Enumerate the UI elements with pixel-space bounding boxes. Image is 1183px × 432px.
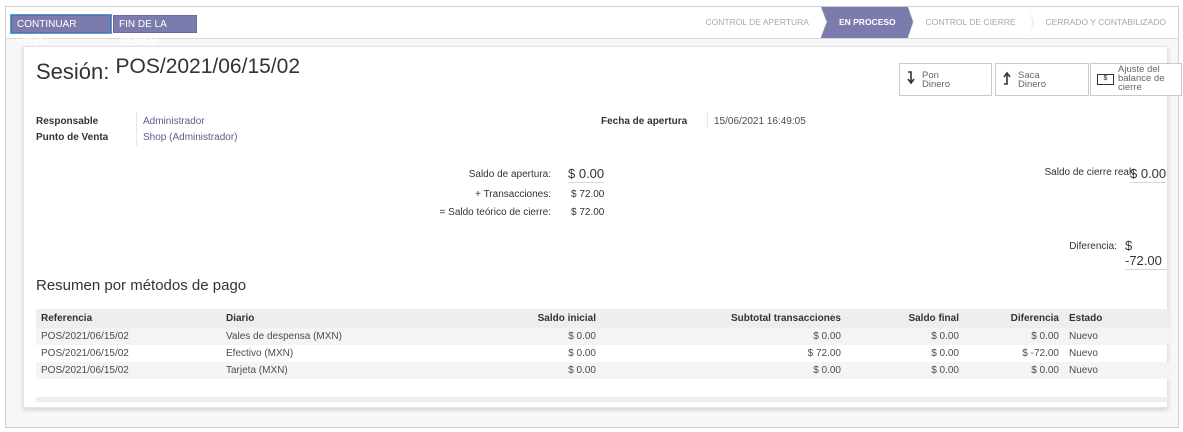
cell-journal: Tarjeta (MXN) — [221, 362, 441, 379]
cell-opening-balance: $ 0.00 — [441, 328, 601, 345]
pos-label: Punto de Venta — [36, 132, 109, 143]
table-header-row: Referencia Diario Saldo inicial Subtotal… — [36, 309, 1171, 328]
transactions-value: $ 72.00 — [571, 189, 605, 200]
stage-closed-posted[interactable]: CERRADO Y CONTABILIZADO — [1027, 7, 1178, 38]
arrow-up-icon — [996, 71, 1018, 88]
col-journal[interactable]: Diario — [221, 309, 441, 328]
theoretical-closing-value: $ 72.00 — [571, 207, 605, 218]
closing-balance-adjust-button[interactable]: $ Ajuste del balance de cierre — [1090, 63, 1182, 96]
cell-difference: $ -72.00 — [1022, 348, 1059, 359]
end-session-button[interactable]: FIN DE LA SESIÓN — [113, 15, 197, 48]
payment-methods-table: Referencia Diario Saldo inicial Subtotal… — [36, 309, 1171, 379]
table-row[interactable]: POS/2021/06/15/02 Efectivo (MXN) $ 0.00 … — [36, 345, 1171, 362]
col-difference[interactable]: Diferencia — [964, 309, 1064, 328]
col-reference[interactable]: Referencia — [36, 309, 221, 328]
table-footer — [36, 397, 1171, 402]
theoretical-closing-label: = Saldo teórico de cierre: — [439, 207, 551, 218]
control-panel: CONTINUAR VENTA FIN DE LA SESIÓN CONTROL… — [6, 7, 1178, 48]
session-form-view: CONTINUAR VENTA FIN DE LA SESIÓN CONTROL… — [5, 6, 1182, 428]
stage-closing-control[interactable]: CONTROL DE CIERRE — [907, 7, 1034, 38]
money-icon: $ — [1097, 74, 1114, 85]
responsible-value[interactable]: Administrador — [143, 116, 205, 127]
transactions-label: + Transacciones: — [475, 189, 551, 200]
difference-label: Diferencia: — [1069, 241, 1117, 252]
real-closing-label: Saldo de cierre real: — [1044, 167, 1135, 178]
col-opening-balance[interactable]: Saldo inicial — [441, 309, 601, 328]
cell-journal: Efectivo (MXN) — [226, 348, 294, 359]
col-transactions-subtotal[interactable]: Subtotal transacciones — [601, 309, 846, 328]
cell-final-balance: $ 0.00 — [846, 362, 964, 379]
cell-difference: $ 0.00 — [964, 328, 1064, 345]
table-row[interactable]: POS/2021/06/15/02 Vales de despensa (MXN… — [36, 328, 1171, 345]
cell-transactions-subtotal: $ 0.00 — [601, 328, 846, 345]
opening-balance-value[interactable]: $ 0.00 — [568, 166, 605, 183]
continue-sale-button[interactable]: CONTINUAR VENTA — [11, 15, 111, 48]
status-bar: CONTROL DE APERTURA EN PROCESO CONTROL D… — [695, 7, 1178, 38]
cell-opening-balance: $ 0.00 — [568, 348, 596, 359]
put-money-in-button[interactable]: Pon Dinero — [899, 63, 992, 96]
opening-balance-label: Saldo de apertura: — [468, 169, 551, 180]
stage-in-progress[interactable]: EN PROCESO — [820, 7, 914, 38]
take-money-line2: Dinero — [1018, 78, 1046, 90]
arrow-down-icon — [900, 71, 922, 88]
real-closing-value[interactable]: $ 0.00 — [1130, 166, 1167, 183]
table-row[interactable]: POS/2021/06/15/02 Tarjeta (MXN) $ 0.00 $… — [36, 362, 1171, 379]
form-sheet: Sesión: POS/2021/06/15/02 Pon Dinero Sac… — [23, 46, 1182, 408]
put-money-line2: Dinero — [922, 78, 950, 90]
adjust-line3: cierre — [1118, 82, 1142, 93]
cell-final-balance: $ 0.00 — [846, 328, 964, 345]
cell-final-balance: $ 0.00 — [931, 348, 959, 359]
responsible-label: Responsable — [36, 116, 99, 127]
opening-date-label: Fecha de apertura — [601, 116, 688, 127]
col-status[interactable]: Estado — [1064, 309, 1171, 328]
payment-summary-title: Resumen por métodos de pago — [36, 277, 247, 294]
cell-transactions-subtotal: $ 0.00 — [601, 362, 846, 379]
take-money-out-button[interactable]: Saca Dinero — [995, 63, 1089, 96]
cell-reference: POS/2021/06/15/02 — [36, 362, 221, 379]
cell-reference: POS/2021/06/15/02 — [41, 348, 129, 359]
opening-date-value: 15/06/2021 16:49:05 — [714, 116, 806, 127]
session-reference: POS/2021/06/15/02 — [115, 55, 300, 78]
page-title: Sesión: POS/2021/06/15/02 — [36, 55, 300, 85]
cell-reference: POS/2021/06/15/02 — [36, 328, 221, 345]
cell-difference: $ 0.00 — [964, 362, 1064, 379]
field-divider — [707, 112, 708, 128]
cell-status: Nuevo — [1069, 348, 1098, 359]
difference-value: $ -72.00 — [1125, 238, 1167, 270]
field-divider — [136, 112, 137, 146]
cell-transactions-subtotal: $ 72.00 — [807, 348, 841, 359]
pos-value[interactable]: Shop (Administrador) — [143, 132, 237, 143]
session-title-label: Sesión: — [36, 59, 110, 84]
cell-opening-balance: $ 0.00 — [441, 362, 601, 379]
cell-journal: Vales de despensa (MXN) — [221, 328, 441, 345]
cell-status: Nuevo — [1064, 362, 1171, 379]
stage-opening-control[interactable]: CONTROL DE APERTURA — [695, 7, 828, 38]
cell-status: Nuevo — [1064, 328, 1171, 345]
col-final-balance[interactable]: Saldo final — [846, 309, 964, 328]
